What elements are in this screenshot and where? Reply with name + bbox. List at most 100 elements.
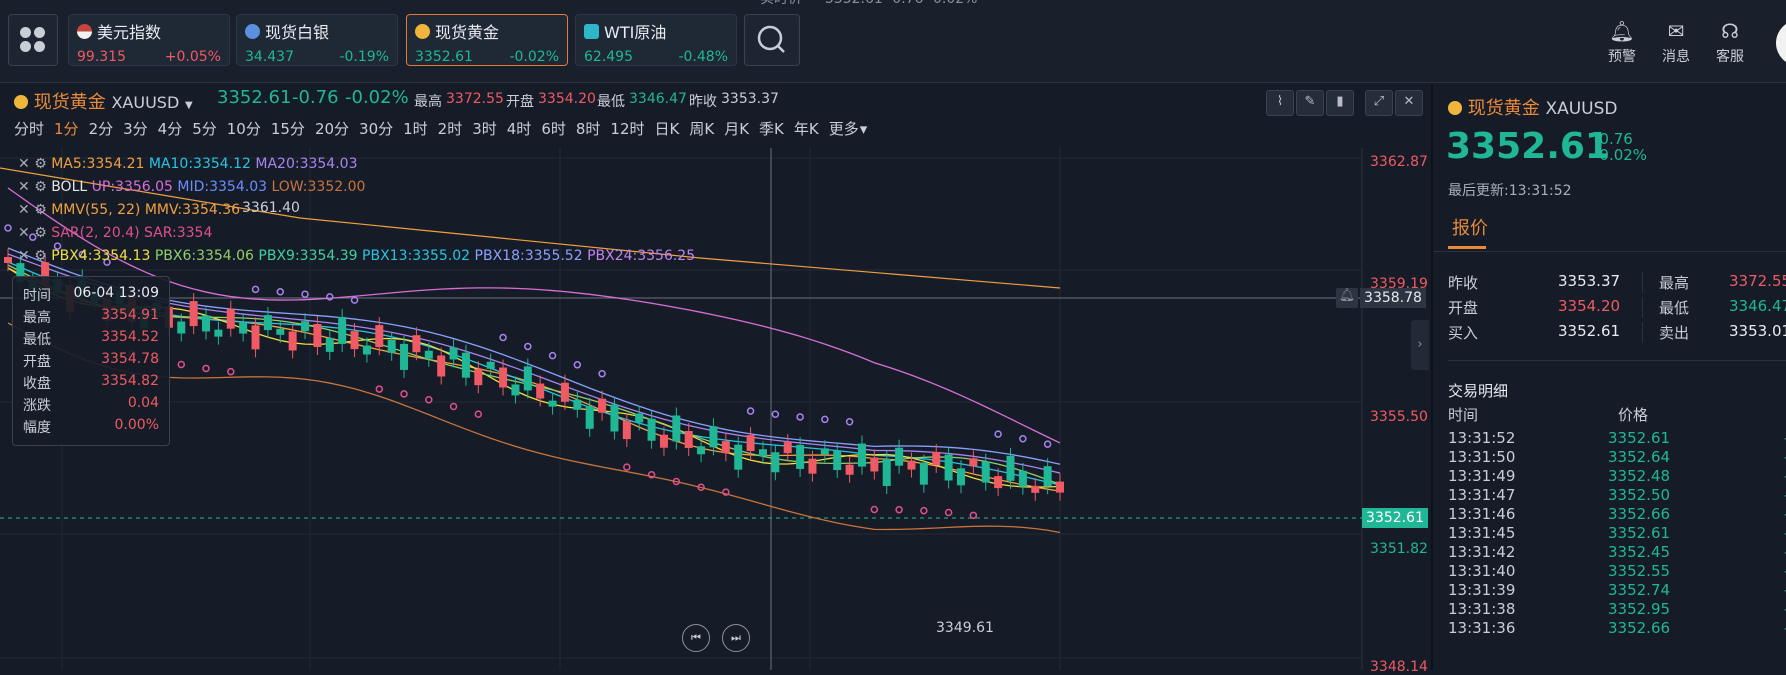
- settings-icon[interactable]: ⚙: [34, 179, 47, 195]
- symbol-selector[interactable]: 现货黄金 XAUUSD ▼: [14, 88, 193, 114]
- low-label: 最低: [597, 94, 625, 110]
- boll-name: BOLL: [51, 179, 88, 195]
- candle: [697, 446, 706, 455]
- ticker-card-wti[interactable]: WTI原油 62.495 -0.48%: [575, 14, 737, 66]
- close-icon[interactable]: ✕: [18, 225, 30, 241]
- settings-icon[interactable]: ⚙: [34, 202, 47, 218]
- skip-forward-icon[interactable]: ⏭: [722, 624, 750, 652]
- high-label: 最高: [414, 94, 442, 110]
- crosshair-price-tag: 3358.78: [1360, 288, 1426, 308]
- candlestick-chart[interactable]: ✕ ⚙ MA5:3354.21 MA10:3354.12 MA20:3354.0…: [0, 148, 1431, 675]
- search-icon: [757, 25, 785, 53]
- timeframe-3分[interactable]: 3分: [123, 118, 148, 139]
- support-button[interactable]: ☊ 客服: [1707, 20, 1753, 66]
- sar-dot: [821, 415, 829, 424]
- candle: [981, 461, 990, 483]
- candle: [882, 459, 891, 487]
- gold-coin-icon: [1448, 101, 1462, 115]
- ma20-value: MA20:3354.03: [255, 156, 358, 172]
- line-tool-icon[interactable]: ⌇: [1266, 90, 1294, 116]
- silver-coin-icon: [245, 23, 260, 39]
- timeframe-月K[interactable]: 月K: [724, 118, 749, 139]
- candle-type-icon[interactable]: ▮: [1326, 90, 1354, 116]
- header-change-pct: -0.02%: [345, 87, 409, 108]
- timeframe-12时[interactable]: 12时: [610, 118, 644, 139]
- ticker-change: -0.02%: [509, 49, 559, 65]
- tooltip-high-label: 最高: [23, 310, 51, 326]
- candle: [461, 352, 470, 378]
- timeframe-5分[interactable]: 5分: [192, 118, 217, 139]
- ticker-card-gold[interactable]: 现货黄金 3352.61 -0.02%: [406, 14, 568, 66]
- timeframe-更多[interactable]: 更多: [829, 118, 859, 139]
- alert-button[interactable]: 🔔︎ 预警: [1599, 20, 1645, 66]
- expand-icon[interactable]: ⤢: [1365, 90, 1393, 116]
- chart-canvas[interactable]: [0, 148, 1431, 670]
- timeframe-2分[interactable]: 2分: [89, 118, 114, 139]
- quote-label: 昨收: [1448, 274, 1479, 292]
- pbx4-value: PBX4:3354.13: [51, 248, 151, 264]
- candle: [684, 430, 693, 448]
- settings-icon[interactable]: ⚙: [34, 225, 47, 241]
- chevron-down-icon: ▼: [185, 100, 193, 111]
- close-icon[interactable]: ✕: [1395, 90, 1423, 116]
- candle: [499, 367, 508, 388]
- avatar[interactable]: [1776, 20, 1786, 66]
- candle: [956, 468, 965, 486]
- y-axis-label: 3362.87: [1370, 154, 1428, 170]
- tooltip-amp: 0.00%: [114, 417, 159, 433]
- y-axis-label: 3355.50: [1370, 409, 1428, 425]
- timeframe-30分[interactable]: 30分: [359, 118, 393, 139]
- quote-value: 3354.20: [1558, 297, 1621, 315]
- timeframe-8时[interactable]: 8时: [576, 118, 601, 139]
- timeframe-年K[interactable]: 年K: [794, 118, 819, 139]
- pencil-icon[interactable]: ✎: [1296, 90, 1324, 116]
- close-icon[interactable]: ✕: [18, 156, 30, 172]
- price-alert-bell-icon[interactable]: 🔔︎: [1336, 288, 1358, 308]
- panel-price: 3352.61: [1446, 126, 1610, 167]
- apps-grid-icon[interactable]: [8, 14, 58, 66]
- trade-price: 3352.45: [1608, 543, 1671, 561]
- close-icon[interactable]: ✕: [18, 202, 30, 218]
- candle: [325, 337, 334, 352]
- high-mark-label: 3361.40: [242, 200, 300, 216]
- search-button[interactable]: [744, 14, 800, 66]
- timeframe-季K[interactable]: 季K: [759, 118, 784, 139]
- timeframe-1时[interactable]: 1时: [403, 118, 428, 139]
- timeframe-10分[interactable]: 10分: [227, 118, 261, 139]
- panel-change-pct: -0.02%: [1594, 146, 1648, 164]
- timeframe-分时[interactable]: 分时: [14, 118, 44, 139]
- ticker-price: 3352.61: [415, 49, 473, 65]
- settings-icon[interactable]: ⚙: [34, 156, 47, 172]
- settings-icon[interactable]: ⚙: [34, 248, 47, 264]
- trade-price: 3352.55: [1608, 562, 1671, 580]
- timeframe-日K[interactable]: 日K: [655, 118, 680, 139]
- top-partial-title: 实时价 — 3352.61 -0.76 -0.02%: [760, 0, 977, 8]
- chevron-down-icon: ▾: [859, 120, 868, 138]
- ticker-price: 99.315: [77, 49, 126, 65]
- timeframe-1分[interactable]: 1分: [54, 118, 79, 139]
- quote-value: 3372.55: [1729, 272, 1786, 290]
- messages-button[interactable]: ✉ 消息: [1653, 20, 1699, 66]
- trade-price: 3352.48: [1608, 467, 1671, 485]
- tab-quote[interactable]: 报价: [1452, 214, 1488, 240]
- timeframe-4分[interactable]: 4分: [158, 118, 183, 139]
- sar-dot: [623, 463, 631, 471]
- panel-toggle-chevron-icon[interactable]: ›: [1411, 320, 1429, 370]
- chart-header: 现货黄金 XAUUSD ▼ 3352.61 -0.76 -0.02% 最高 33…: [0, 84, 1430, 114]
- candle: [1031, 485, 1040, 493]
- ticker-card-usd-index[interactable]: 美元指数 99.315 +0.05%: [68, 14, 230, 66]
- timeframe-周K[interactable]: 周K: [689, 118, 714, 139]
- timeframe-6时[interactable]: 6时: [541, 118, 566, 139]
- trade-price: 3352.95: [1608, 600, 1671, 618]
- close-icon[interactable]: ✕: [18, 248, 30, 264]
- timeframe-2时[interactable]: 2时: [438, 118, 463, 139]
- close-icon[interactable]: ✕: [18, 179, 30, 195]
- timeframe-3时[interactable]: 3时: [472, 118, 497, 139]
- trade-time: 13:31:40: [1448, 562, 1516, 580]
- skip-back-icon[interactable]: ⏮: [682, 624, 710, 652]
- timeframe-15分[interactable]: 15分: [271, 118, 305, 139]
- candle: [659, 434, 668, 448]
- timeframe-4时[interactable]: 4时: [507, 118, 532, 139]
- ticker-card-silver[interactable]: 现货白银 34.437 -0.19%: [236, 14, 398, 66]
- timeframe-20分[interactable]: 20分: [315, 118, 349, 139]
